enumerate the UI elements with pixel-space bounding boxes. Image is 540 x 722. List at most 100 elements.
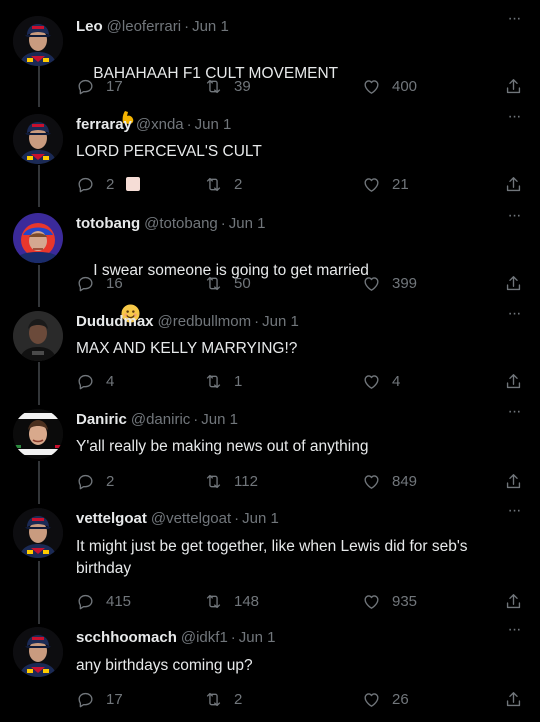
reply-icon [76,175,95,194]
separator-dot: · [220,215,226,232]
like-count: 21 [392,175,409,193]
tweet-date[interactable]: Jun 1 [262,313,299,330]
tweet-date[interactable]: Jun 1 [201,411,238,428]
like-count: 849 [392,472,418,490]
driver-helmet-avatar[interactable] [13,213,63,263]
reply-icon [76,592,95,611]
tweet-date[interactable]: Jun 1 [192,18,229,35]
reply-button[interactable]: 4 [76,370,114,392]
tweet[interactable]: Dududmax @redbullmom · Jun 1 ··· MAX AND KE… [0,305,540,397]
tweet-text: MAX AND KELLY MARRYING!? [76,340,298,357]
driver-red-bull-cap-avatar[interactable] [13,508,63,558]
tweet-date[interactable]: Jun 1 [195,116,232,133]
tweet-date[interactable]: Jun 1 [229,215,266,232]
share-icon [504,274,523,293]
driver-dark-photo-avatar[interactable] [13,311,63,361]
share-button[interactable] [504,470,523,492]
retweet-button[interactable]: 112 [204,470,258,492]
reply-button[interactable]: 16 [76,272,123,294]
tweet[interactable]: Leo @leoferrari · Jun 1 ··· BAHAHAAH F1 CUL… [0,10,540,191]
like-button[interactable]: 400 [362,75,417,97]
share-button[interactable] [504,370,523,392]
user-name[interactable]: ferraray [76,116,132,133]
tweet-text: LORD PERCEVAL'S CULT [76,143,262,160]
reply-button[interactable]: 2 [76,173,114,195]
share-button[interactable] [504,590,523,612]
reply-button[interactable]: 17 [76,75,123,97]
user-handle[interactable]: @leoferrari [107,18,181,35]
heart-icon [362,274,381,293]
driver-red-bull-cap-avatar[interactable] [13,16,63,66]
share-button[interactable] [504,688,523,710]
retweet-button[interactable]: 1 [204,370,242,392]
like-count: 935 [392,592,418,610]
user-handle[interactable]: @daniric [131,411,190,428]
more-options-icon[interactable]: ··· [504,108,524,128]
user-name[interactable]: Daniric [76,411,127,428]
retweet-button[interactable]: 2 [204,173,242,195]
reply-count: 17 [106,690,123,708]
share-button[interactable] [504,75,523,97]
retweet-button[interactable]: 50 [204,272,251,294]
user-handle[interactable]: @redbullmom [158,313,252,330]
tweet-actions: 17 2 26 [76,688,530,710]
like-button[interactable]: 4 [362,370,400,392]
retweet-button[interactable]: 148 [204,590,259,612]
reply-button[interactable]: 17 [76,688,123,710]
share-button[interactable] [504,173,523,195]
share-button[interactable] [504,272,523,294]
retweet-button[interactable]: 2 [204,688,242,710]
retweet-icon [204,175,223,194]
reply-count: 16 [106,274,123,292]
user-handle[interactable]: @totobang [144,215,218,232]
user-name[interactable]: vettelgoat [76,510,147,527]
driver-red-bull-cap-avatar[interactable] [13,627,63,677]
tweet[interactable]: scchhoomach @idkf1 · Jun 1 ··· any birthday… [0,621,540,713]
separator-dot: · [186,116,192,133]
tweet-date[interactable]: Jun 1 [239,629,276,646]
tweet-actions: 415 148 935 [76,590,530,612]
more-options-icon[interactable]: ··· [504,305,524,325]
like-count: 399 [392,274,418,292]
tweet[interactable]: vettelgoat @vettelgoat · Jun 1 ··· It might… [0,502,540,614]
retweet-count: 148 [234,592,260,610]
tweet[interactable]: totobang @totobang · Jun 1 ··· I swear some… [0,207,540,323]
more-options-icon[interactable]: ··· [504,403,524,423]
reply-button[interactable]: 415 [76,590,131,612]
driver-red-bull-cap-avatar[interactable] [13,114,63,164]
like-button[interactable]: 21 [362,173,409,195]
more-options-icon[interactable]: ··· [504,10,524,30]
reply-icon [76,77,95,96]
user-handle[interactable]: @idkf1 [181,629,228,646]
user-name[interactable]: Leo [76,18,103,35]
tweet-actions: 17 39 400 [76,75,530,97]
tweet-actions: 2 2 21 [76,173,530,195]
user-name[interactable]: scchhoomach [76,629,177,646]
more-options-icon[interactable]: ··· [504,502,524,522]
reply-icon [76,472,95,491]
tweet-actions: 16 50 399 [76,272,530,294]
tweet-date[interactable]: Jun 1 [242,510,279,527]
reply-count: 4 [106,372,115,390]
separator-dot: · [254,313,260,330]
like-button[interactable]: 399 [362,272,417,294]
share-icon [504,77,523,96]
driver-banner-avatar[interactable] [13,409,63,459]
reply-button[interactable]: 2 [76,470,114,492]
more-options-icon[interactable]: ··· [504,621,524,641]
tweet[interactable]: Daniric @daniric · Jun 1 ··· Y'all really b… [0,403,540,495]
retweet-icon [204,372,223,391]
reply-count: 2 [106,472,115,490]
tweet-header: Leo @leoferrari · Jun 1 [76,16,229,38]
user-name[interactable]: Dududmax [76,313,154,330]
user-name[interactable]: totobang [76,215,140,232]
tweet[interactable]: ferraray @xnda · Jun 1 ··· LORD PERCEVAL'S … [0,108,540,200]
more-options-icon[interactable]: ··· [504,207,524,227]
user-handle[interactable]: @xnda [136,116,184,133]
user-handle[interactable]: @vettelgoat [151,510,231,527]
retweet-count: 2 [234,175,243,193]
retweet-button[interactable]: 39 [204,75,251,97]
like-button[interactable]: 935 [362,590,417,612]
like-button[interactable]: 26 [362,688,409,710]
like-button[interactable]: 849 [362,470,417,492]
